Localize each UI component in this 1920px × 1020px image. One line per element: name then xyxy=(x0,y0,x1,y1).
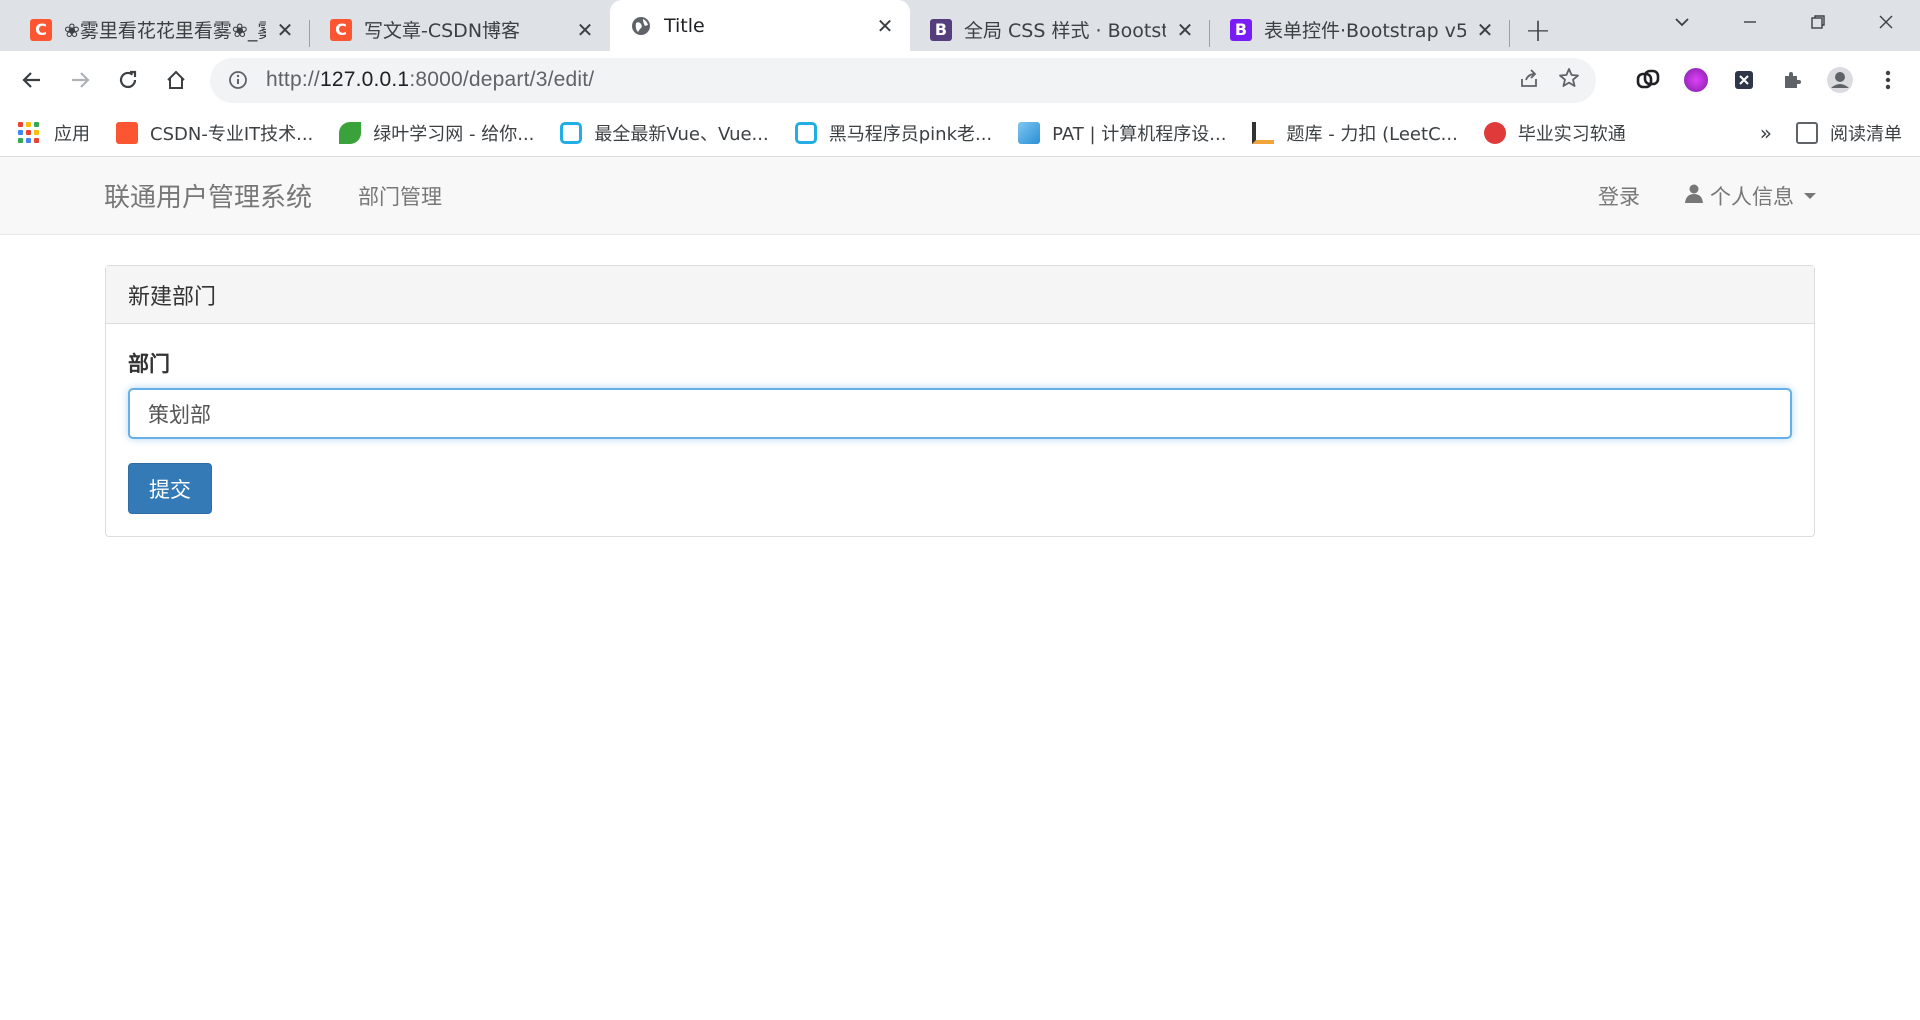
bookmark-label: PAT | 计算机程序设... xyxy=(1052,123,1227,145)
navbar-brand[interactable]: 联通用户管理系统 xyxy=(104,177,312,214)
pat-icon xyxy=(1018,121,1041,144)
tab-title: 全局 CSS 样式 · Bootstrap xyxy=(964,20,1166,42)
bookmark-label: 毕业实习软通 xyxy=(1517,123,1626,145)
close-tab-icon[interactable]: ✕ xyxy=(1174,18,1196,42)
panel-title: 新建部门 xyxy=(106,266,1814,324)
close-tab-icon[interactable]: ✕ xyxy=(1474,18,1496,42)
browser-tab[interactable]: B 表单控件·Bootstrap v5.1 ✕ xyxy=(1210,8,1510,51)
bookmark-star-icon[interactable] xyxy=(1558,67,1580,93)
more-bookmarks-icon[interactable]: » xyxy=(1760,121,1772,145)
panel-body: 部门 提交 xyxy=(106,324,1814,536)
bookmark-item[interactable]: CSDN-专业IT技术... xyxy=(116,120,313,146)
bookmark-label: 应用 xyxy=(54,123,90,145)
bilibili-icon xyxy=(794,121,817,144)
csdn-icon xyxy=(116,121,138,144)
bootstrap-favicon-icon: B xyxy=(930,18,952,41)
form-panel: 新建部门 部门 提交 xyxy=(105,265,1815,537)
close-tab-icon[interactable]: ✕ xyxy=(574,18,596,42)
extensions-puzzle-icon[interactable] xyxy=(1772,60,1812,100)
restore-icon[interactable] xyxy=(1784,0,1852,44)
bookmark-label: 黑马程序员pink老... xyxy=(828,123,993,145)
tab-title: Title xyxy=(664,14,705,37)
leaf-icon xyxy=(339,121,362,144)
browser-tab-active[interactable]: Title ✕ xyxy=(610,0,910,51)
address-bar[interactable]: http://127.0.0.1:8000/depart/3/edit/ xyxy=(210,57,1596,103)
reading-list-icon xyxy=(1796,121,1818,144)
forward-icon[interactable] xyxy=(60,60,100,100)
bookmark-label: 题库 - 力扣 (LeetC... xyxy=(1286,123,1458,145)
user-menu-dropdown[interactable]: 个人信息 xyxy=(1684,181,1816,211)
browser-toolbar: http://127.0.0.1:8000/depart/3/edit/ xyxy=(0,51,1920,109)
reading-list-button[interactable]: 阅读清单 xyxy=(1796,120,1902,146)
submit-button[interactable]: 提交 xyxy=(128,463,212,514)
login-link[interactable]: 登录 xyxy=(1598,181,1640,211)
home-icon[interactable] xyxy=(156,60,196,100)
tab-title: 表单控件·Bootstrap v5.1 xyxy=(1264,20,1466,42)
department-label: 部门 xyxy=(128,352,170,376)
bootstrap-favicon-icon: B xyxy=(1230,18,1252,41)
csdn-favicon-icon: C xyxy=(30,18,52,41)
back-icon[interactable] xyxy=(12,60,52,100)
bilibili-icon xyxy=(560,121,583,144)
browser-tab[interactable]: C 写文章-CSDN博客 ✕ xyxy=(310,8,610,51)
close-tab-icon[interactable]: ✕ xyxy=(274,18,296,42)
bookmark-item[interactable]: 题库 - 力扣 (LeetC... xyxy=(1252,120,1458,146)
isoftstone-icon xyxy=(1483,121,1506,144)
leetcode-icon xyxy=(1252,121,1275,144)
apps-grid-icon xyxy=(18,121,40,144)
user-icon xyxy=(1684,183,1704,208)
user-menu-label: 个人信息 xyxy=(1710,184,1794,209)
tab-strip: C ❀雾里看花花里看雾❀_雾 ✕ C 写文章-CSDN博客 ✕ Title ✕ … xyxy=(0,0,1920,51)
department-input[interactable] xyxy=(128,388,1792,439)
reading-list-label: 阅读清单 xyxy=(1830,123,1902,145)
bookmark-item[interactable]: PAT | 计算机程序设... xyxy=(1018,120,1226,146)
minimize-icon[interactable] xyxy=(1716,0,1784,44)
bookmark-apps[interactable]: 应用 xyxy=(18,120,90,146)
bookmark-item[interactable]: 毕业实习软通 xyxy=(1483,120,1626,146)
nav-link-departments[interactable]: 部门管理 xyxy=(358,181,442,211)
reload-icon[interactable] xyxy=(108,60,148,100)
tab-search-icon[interactable] xyxy=(1648,0,1716,44)
share-icon[interactable] xyxy=(1518,67,1540,93)
site-navbar: 联通用户管理系统 部门管理 登录 个人信息 xyxy=(0,157,1920,235)
window-controls xyxy=(1648,0,1920,44)
bookmark-label: CSDN-专业IT技术... xyxy=(150,123,314,145)
bookmark-item[interactable]: 最全最新Vue、Vue... xyxy=(560,120,769,146)
bookmark-item[interactable]: 绿叶学习网 - 给你... xyxy=(339,120,534,146)
extension-purple-icon[interactable] xyxy=(1676,60,1716,100)
browser-menu-icon[interactable] xyxy=(1868,60,1908,100)
bookmark-item[interactable]: 黑马程序员pink老... xyxy=(794,120,993,146)
bookmarks-bar: 应用 CSDN-专业IT技术... 绿叶学习网 - 给你... 最全最新Vue、… xyxy=(0,109,1920,157)
site-info-icon[interactable] xyxy=(226,68,250,92)
close-tab-icon[interactable]: ✕ xyxy=(874,14,896,38)
extension-x-icon[interactable] xyxy=(1724,60,1764,100)
extension-link-icon[interactable] xyxy=(1628,60,1668,100)
csdn-favicon-icon: C xyxy=(330,18,352,41)
tab-title: ❀雾里看花花里看雾❀_雾 xyxy=(64,20,266,42)
tab-title: 写文章-CSDN博客 xyxy=(364,20,521,42)
url-text[interactable]: http://127.0.0.1:8000/depart/3/edit/ xyxy=(266,68,1518,92)
globe-icon xyxy=(630,15,652,37)
new-tab-button[interactable]: + xyxy=(1518,8,1558,51)
browser-tab[interactable]: B 全局 CSS 样式 · Bootstrap ✕ xyxy=(910,8,1210,51)
profile-avatar-icon[interactable] xyxy=(1820,60,1860,100)
bookmark-label: 绿叶学习网 - 给你... xyxy=(373,123,535,145)
browser-tab[interactable]: C ❀雾里看花花里看雾❀_雾 ✕ xyxy=(10,8,310,51)
caret-down-icon xyxy=(1804,192,1816,199)
bookmark-label: 最全最新Vue、Vue... xyxy=(594,123,769,145)
close-window-icon[interactable] xyxy=(1852,0,1920,44)
